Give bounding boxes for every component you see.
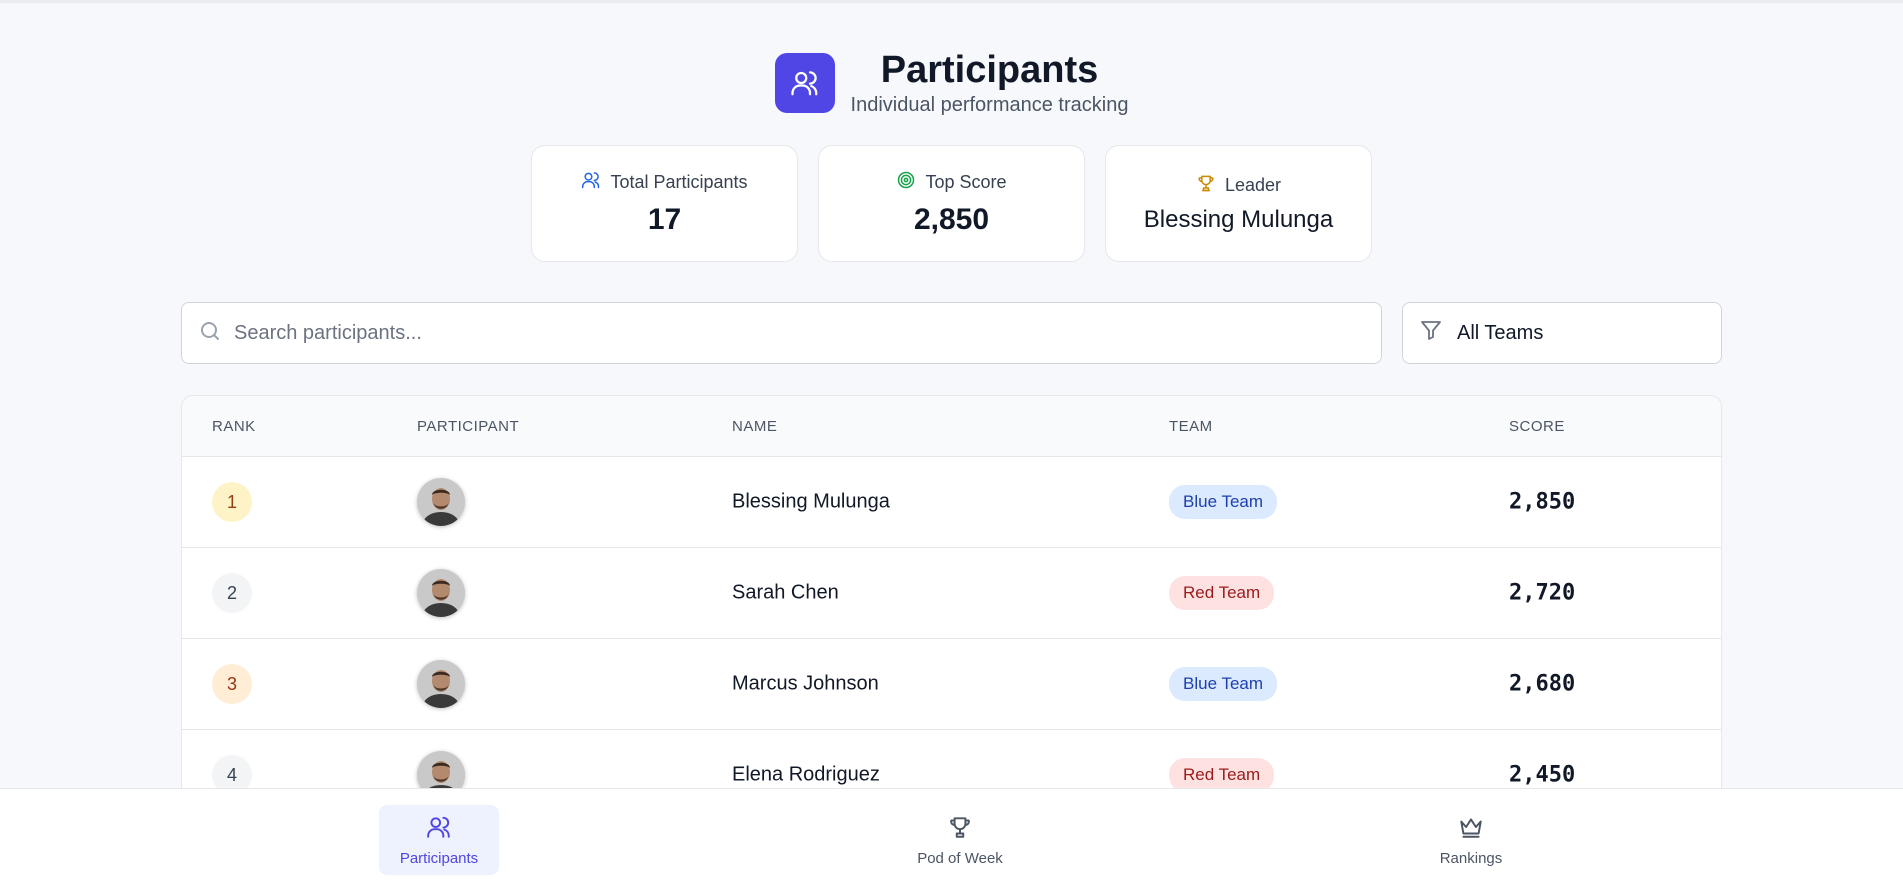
page-header: Participants Individual performance trac… (0, 48, 1903, 117)
participant-name: Sarah Chen (732, 581, 839, 604)
team-filter-select[interactable]: All Teams (1402, 302, 1722, 364)
page-title: Participants (880, 49, 1099, 91)
score-value: 2,720 (1509, 580, 1576, 606)
users-icon (426, 814, 452, 844)
nav-item-rankings[interactable]: Rankings (1411, 805, 1531, 875)
rank-badge: 1 (212, 482, 252, 522)
nav-item-pod-of-week[interactable]: Pod of Week (900, 805, 1020, 875)
users-icon (581, 170, 601, 195)
stat-label: Top Score (925, 172, 1007, 192)
column-header-name[interactable]: NAME (732, 418, 777, 435)
stat-value: 17 (647, 203, 682, 236)
nav-item-participants[interactable]: Participants (379, 805, 499, 875)
users-icon (774, 52, 835, 113)
crown-icon (1458, 814, 1484, 844)
search-icon (198, 319, 222, 348)
trophy-icon (947, 814, 973, 844)
nav-label: Pod of Week (917, 849, 1003, 867)
page-subtitle: Individual performance tracking (850, 94, 1129, 116)
nav-label: Participants (399, 849, 479, 867)
stat-label: Leader (1224, 175, 1282, 195)
table-header: RANK PARTICIPANT NAME TEAM SCORE (182, 396, 1721, 457)
stat-label: Total Participants (610, 172, 748, 192)
avatar (417, 478, 465, 526)
target-icon (896, 170, 916, 195)
top-border (0, 0, 1903, 3)
search-box[interactable] (181, 302, 1382, 364)
team-badge: Red Team (1169, 576, 1275, 610)
stat-value: 2,850 (913, 203, 990, 236)
filter-icon (1419, 318, 1443, 348)
participant-name: Elena Rodriguez (732, 763, 880, 786)
score-value: 2,850 (1509, 489, 1576, 515)
rank-badge: 2 (212, 573, 252, 613)
team-badge: Red Team (1169, 758, 1275, 792)
participants-table: RANK PARTICIPANT NAME TEAM SCORE 1 Bless… (181, 395, 1722, 855)
nav-label: Rankings (1439, 849, 1503, 867)
table-row[interactable]: 3 Marcus Johnson Blue Team 2,680 (182, 639, 1721, 730)
score-value: 2,450 (1509, 762, 1576, 788)
team-badge: Blue Team (1169, 485, 1278, 519)
table-row[interactable]: 1 Blessing Mulunga Blue Team 2,850 (182, 457, 1721, 548)
column-header-score[interactable]: SCORE (1509, 418, 1565, 435)
stat-value: Blessing Mulunga (1143, 206, 1334, 233)
participant-name: Marcus Johnson (732, 672, 879, 695)
search-input[interactable] (234, 321, 1334, 345)
trophy-icon (1196, 173, 1216, 198)
rank-badge: 3 (212, 664, 252, 704)
stat-card-leader: Leader Blessing Mulunga (1105, 145, 1372, 262)
score-value: 2,680 (1509, 671, 1576, 697)
participant-name: Blessing Mulunga (732, 490, 890, 513)
column-header-team[interactable]: TEAM (1169, 418, 1213, 435)
avatar (417, 660, 465, 708)
avatar (417, 569, 465, 617)
column-header-participant[interactable]: PARTICIPANT (417, 418, 519, 435)
stat-card-top-score: Top Score 2,850 (818, 145, 1085, 262)
bottom-nav: Participants Pod of Week Rankings (0, 788, 1903, 887)
filter-value: All Teams (1457, 321, 1544, 344)
column-header-rank[interactable]: RANK (212, 418, 256, 435)
team-badge: Blue Team (1169, 667, 1278, 701)
stats-row: Total Participants 17 Top Score 2,850 Le… (531, 145, 1372, 262)
table-row[interactable]: 2 Sarah Chen Red Team 2,720 (182, 548, 1721, 639)
stat-card-total-participants: Total Participants 17 (531, 145, 798, 262)
